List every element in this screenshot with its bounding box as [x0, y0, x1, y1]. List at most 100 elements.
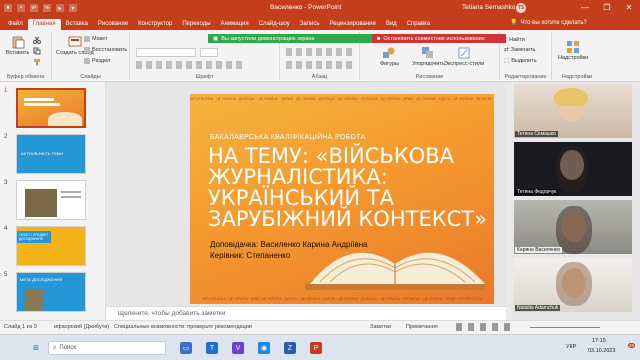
- arrange-icon: [422, 47, 434, 58]
- user-name[interactable]: Tetiana Semashko: [462, 4, 515, 11]
- undo-icon[interactable]: ↶: [30, 4, 38, 12]
- thumbnail-title: АКТУАЛЬНІСТЬ ТЕМИ: [21, 151, 63, 156]
- zoom-slider[interactable]: [530, 327, 600, 328]
- thumbnail-title: ОБ'ЄКТ І ПРЕДМЕТ ДОСЛІДЖЕННЯ: [19, 233, 49, 241]
- tab-transitions[interactable]: Переходы: [177, 19, 215, 30]
- taskbar-search[interactable]: ⌕ Поиск: [48, 341, 166, 355]
- slide-title: НА ТЕМУ: «ВІЙСЬКОВА ЖУРНАЛІСТИКА: УКРАЇН…: [208, 144, 487, 231]
- video-call-panel: Тетяна Семашко Тетяна Федорчук Карина Ва…: [506, 82, 640, 320]
- cut-icon[interactable]: [33, 36, 41, 44]
- find-button[interactable]: ⌕Найти: [504, 36, 525, 43]
- comments-toggle[interactable]: Примечания: [406, 324, 438, 330]
- start-button[interactable]: ⊞: [30, 342, 42, 354]
- participant-tile[interactable]: Тетяна Федорчук: [514, 142, 632, 196]
- slide-canvas[interactable]: #STOPRUSSIA · ЦЕ УКРАЇНА · ДОНЕЦЬК · ЦЕ …: [190, 94, 494, 304]
- language-indicator[interactable]: ифаорский (Джибути): [54, 324, 109, 330]
- paragraph-label: Абзац: [311, 74, 328, 80]
- list-buttons[interactable]: [286, 48, 352, 56]
- clipboard-group: Вставить Буфер обмена: [0, 32, 52, 80]
- save-icon[interactable]: ▪: [17, 4, 25, 12]
- maximize-button[interactable]: ❐: [596, 0, 618, 16]
- notes-pane[interactable]: Щелкните, чтобы добавить заметки: [106, 306, 506, 320]
- tab-animations[interactable]: Анимация: [216, 19, 254, 30]
- language-tray[interactable]: УКР: [566, 344, 576, 350]
- format-painter-icon[interactable]: [33, 58, 41, 66]
- addins-icon: [567, 41, 580, 53]
- participant-name: Карина Василенко: [515, 247, 563, 253]
- slide-thumbnails-pane: 1 2 АКТУАЛЬНІСТЬ ТЕМИ 3 4 ОБ'ЄКТ І ПРЕДМ…: [0, 82, 106, 320]
- viber-icon[interactable]: V: [232, 342, 244, 354]
- tab-record[interactable]: Запись: [295, 19, 325, 30]
- select-icon: ⬚: [504, 58, 510, 64]
- addins-button[interactable]: Надстройки: [558, 40, 588, 61]
- clock-date[interactable]: 03.10.2023: [588, 348, 616, 354]
- tab-insert[interactable]: Вставка: [61, 19, 93, 30]
- tell-me-search[interactable]: 💡 Что вы хотите сделать?: [510, 19, 587, 27]
- section-icon: [84, 58, 90, 64]
- arrange-button[interactable]: Упорядочить: [412, 46, 445, 67]
- notes-toggle[interactable]: Заметки: [370, 324, 391, 330]
- tab-slideshow[interactable]: Слайд-шоу: [254, 19, 295, 30]
- new-slide-icon: [68, 36, 82, 47]
- screen-share-banner: ▣ Вы запустили демонстрацию экрана: [208, 34, 372, 43]
- font-name-box[interactable]: [136, 48, 196, 57]
- slides-label: Слайды: [80, 74, 101, 80]
- font-size-box[interactable]: [200, 48, 218, 57]
- share-icon: ▣: [213, 35, 219, 42]
- tab-draw[interactable]: Рисование: [93, 19, 133, 30]
- participant-tile[interactable]: Тетяна Семашко: [514, 84, 632, 138]
- search-icon: ⌕: [53, 344, 57, 351]
- tab-help[interactable]: Справка: [402, 19, 436, 30]
- participant-tile[interactable]: Nataliia Adamchuk: [514, 258, 632, 312]
- clock-time[interactable]: 17:15: [592, 338, 606, 344]
- tab-home[interactable]: Главная: [27, 19, 61, 30]
- slide-counter: Слайд 1 из 9: [4, 324, 37, 330]
- stop-sharing-button[interactable]: ■ Остановить совместное использование: [372, 34, 506, 43]
- minimize-button[interactable]: —: [574, 0, 596, 16]
- tab-design[interactable]: Конструктор: [133, 19, 177, 30]
- participant-tile[interactable]: Карина Василенко: [514, 200, 632, 254]
- accessibility-status[interactable]: Специальные возможности: проверьте реком…: [114, 324, 252, 330]
- reset-button[interactable]: Восстановить: [84, 47, 127, 53]
- select-button[interactable]: ⬚ Выделить: [504, 58, 537, 64]
- avatar[interactable]: TS: [516, 3, 526, 13]
- participant-name: Тетяна Семашко: [515, 131, 558, 137]
- lightbulb-icon: 💡: [510, 20, 518, 26]
- editing-label: Редактирование: [504, 74, 547, 80]
- notification-badge[interactable]: 25: [628, 343, 636, 348]
- customize-icon[interactable]: ▾: [69, 4, 77, 12]
- layout-icon: [84, 36, 90, 42]
- autosave-toggle[interactable]: ●: [4, 4, 12, 12]
- view-buttons[interactable]: [456, 323, 516, 331]
- thumbnail-title: МЕТА ДОСЛІДЖЕННЯ: [20, 277, 63, 282]
- tab-view[interactable]: Вид: [381, 19, 402, 30]
- shapes-button[interactable]: Фигуры: [380, 46, 399, 67]
- participant-name: Nataliia Adamchuk: [515, 305, 561, 311]
- window-title: Василенко - PowerPoint: [270, 4, 342, 11]
- slide-author: Доповідачка: Василенко Карина Андріївна: [210, 240, 368, 249]
- font-format-buttons[interactable]: [136, 61, 246, 69]
- section-button[interactable]: Раздел: [84, 58, 110, 64]
- alignment-buttons[interactable]: [286, 61, 352, 69]
- zoom-icon[interactable]: Z: [284, 342, 296, 354]
- paste-button[interactable]: Вставить: [6, 35, 29, 56]
- tab-file[interactable]: Файл: [3, 19, 28, 30]
- participant-name: Тетяна Федорчук: [515, 189, 559, 195]
- redo-icon[interactable]: ↷: [43, 4, 51, 12]
- teams-icon[interactable]: T: [206, 342, 218, 354]
- quick-styles-button[interactable]: Экспресс-стили: [444, 46, 484, 67]
- chrome-icon[interactable]: ◉: [258, 342, 270, 354]
- drawing-label: Рисование: [415, 74, 444, 80]
- layout-button[interactable]: Макет: [84, 36, 108, 42]
- powerpoint-icon[interactable]: P: [310, 342, 322, 354]
- font-label: Шрифт: [195, 74, 214, 80]
- shapes-icon: [383, 47, 395, 58]
- paste-icon: [12, 36, 25, 49]
- present-icon[interactable]: ▸: [56, 4, 64, 12]
- close-button[interactable]: ✕: [618, 0, 640, 16]
- task-view-icon[interactable]: ▭: [180, 342, 192, 354]
- copy-icon[interactable]: [33, 47, 41, 55]
- tab-review[interactable]: Рецензирование: [324, 19, 380, 30]
- quick-access-toolbar: ● ▪ ↶ ↷ ▸ ▾: [0, 4, 77, 12]
- replace-button[interactable]: ⇄ Заменить: [504, 47, 535, 53]
